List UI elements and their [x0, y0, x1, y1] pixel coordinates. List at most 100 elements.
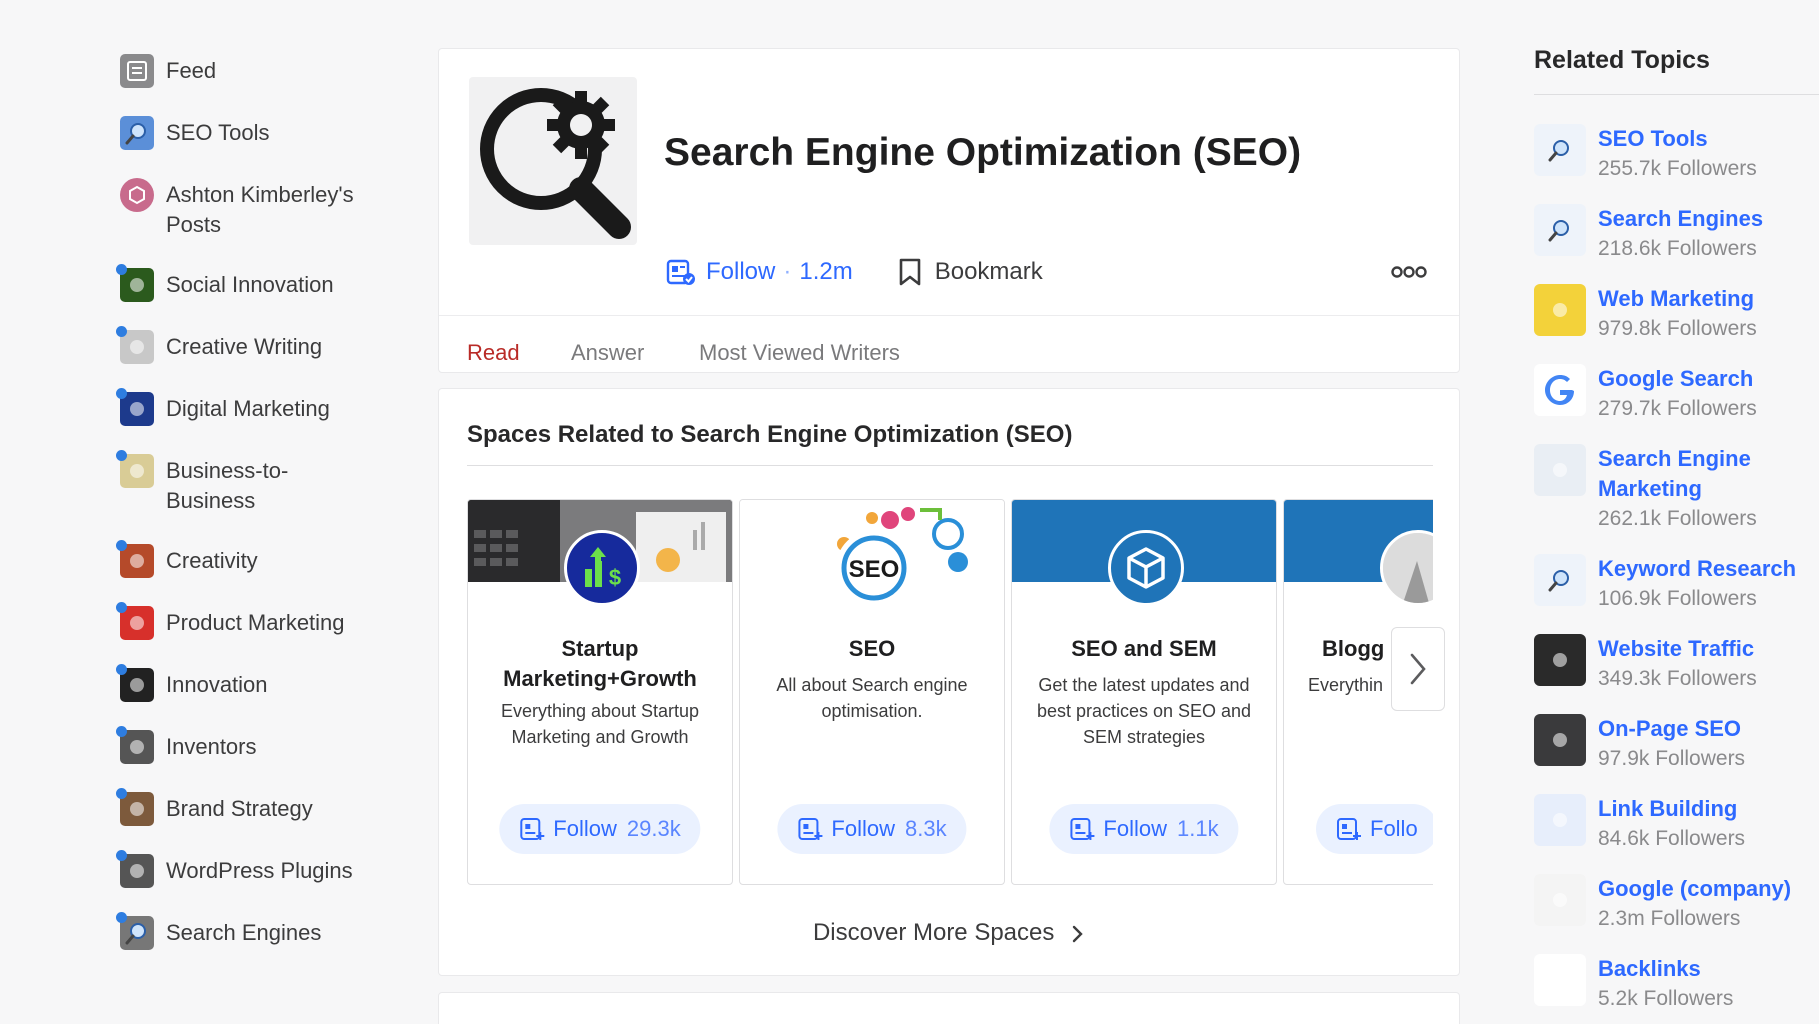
- sidebar-item[interactable]: Ashton Kimberley's Posts: [120, 170, 390, 248]
- related-topic-followers: 5.2k Followers: [1598, 987, 1734, 1010]
- sidebar-item[interactable]: Creativity: [116, 536, 390, 586]
- chevron-right-icon: [1072, 925, 1083, 942]
- space-name: Startup Marketing+Growth: [503, 636, 697, 691]
- space-name: SEO: [848, 636, 896, 661]
- space-follow-count: 29.3k: [626, 816, 681, 841]
- related-topic-followers: 97.9k Followers: [1598, 747, 1746, 770]
- sidebar-item[interactable]: Product Marketing: [116, 598, 390, 648]
- bookmark-button[interactable]: Bookmark: [897, 257, 1043, 287]
- related-topic-text: SEO Tools 255.7k Followers: [1598, 124, 1757, 184]
- space-card[interactable]: $ Startup Marketing+Growth Everything ab…: [467, 499, 733, 885]
- related-topic-item[interactable]: Search Engines 218.6k Followers: [1534, 204, 1763, 264]
- svg-text:$: $: [609, 565, 621, 590]
- space-description: Everything about Startup Marketing and G…: [500, 701, 700, 747]
- sidebar-item[interactable]: Social Innovation: [116, 260, 390, 310]
- divider: [1534, 94, 1819, 95]
- related-topic-text: Link Building 84.6k Followers: [1598, 794, 1745, 854]
- follow-icon: [1070, 818, 1095, 840]
- related-topic-item[interactable]: Keyword Research 106.9k Followers: [1534, 554, 1796, 614]
- unread-dot: [116, 264, 127, 275]
- related-topic-item[interactable]: SEO Tools 255.7k Followers: [1534, 124, 1757, 184]
- sidebar-item[interactable]: WordPress Plugins: [116, 846, 390, 896]
- related-topic-name[interactable]: Search Engines: [1598, 204, 1763, 234]
- cube-icon: [120, 178, 154, 212]
- magnifier-icon: [120, 116, 154, 150]
- related-topic-text: Web Marketing 979.8k Followers: [1598, 284, 1757, 344]
- follow-icon: [666, 259, 695, 285]
- space-follow-label: Follo: [1370, 816, 1418, 841]
- more-options-button[interactable]: [1391, 265, 1427, 284]
- space-card[interactable]: SEO SEO All about Search engine optimisa…: [739, 499, 1005, 885]
- related-topic-followers: 979.8k Followers: [1598, 317, 1757, 340]
- sidebar-item-label: Social Innovation: [166, 272, 334, 297]
- sidebar-item[interactable]: Innovation: [116, 660, 390, 710]
- sidebar-item[interactable]: Search Engines: [116, 908, 390, 958]
- sidebar-item[interactable]: SEO Tools: [120, 108, 390, 158]
- space-follow-button[interactable]: Follow 1.1k: [1049, 804, 1239, 854]
- discover-more-spaces-link[interactable]: Discover More Spaces: [439, 919, 1459, 947]
- sidebar-item[interactable]: Business-to-Business: [116, 446, 390, 524]
- related-topic-name[interactable]: Google (company): [1598, 874, 1791, 904]
- related-topic-item[interactable]: Google Search 279.7k Followers: [1534, 364, 1757, 424]
- page-title: Search Engine Optimization (SEO): [664, 131, 1302, 174]
- topic-actions: Follow · 1.2m Bookmark: [666, 257, 1043, 287]
- space-name: Blogg: [1322, 636, 1385, 661]
- related-spaces: Spaces Related to Search Engine Optimiza…: [438, 388, 1460, 976]
- sidebar-item[interactable]: Digital Marketing: [116, 384, 390, 434]
- sidebar-item-label: Innovation: [166, 672, 268, 697]
- related-topic-text: Keyword Research 106.9k Followers: [1598, 554, 1796, 614]
- space-follow-label: Follow: [831, 816, 895, 841]
- follow-icon: [798, 818, 823, 840]
- related-topic-item[interactable]: Link Building 84.6k Followers: [1534, 794, 1745, 854]
- cube-icon: [1127, 547, 1165, 589]
- related-topic-name[interactable]: Search Engine Marketing: [1598, 444, 1768, 504]
- related-topic-item[interactable]: Backlinks 5.2k Followers: [1534, 954, 1733, 1014]
- related-topic-followers: 106.9k Followers: [1598, 587, 1757, 610]
- seo-logo-icon: SEO: [841, 535, 907, 601]
- space-follow-count: 1.1k: [1176, 816, 1219, 841]
- space-card[interactable]: SEO and SEM Get the latest updates and b…: [1011, 499, 1277, 885]
- sidebar-item[interactable]: Brand Strategy: [116, 784, 390, 834]
- related-topic-name[interactable]: Web Marketing: [1598, 284, 1757, 314]
- unread-dot: [116, 450, 127, 461]
- sidebar-item[interactable]: Feed: [120, 46, 390, 96]
- magnifier-gear-icon: [480, 88, 631, 239]
- related-topic-name[interactable]: Keyword Research: [1598, 554, 1796, 584]
- related-topic-name[interactable]: Backlinks: [1598, 954, 1733, 984]
- carousel-next-button[interactable]: [1391, 627, 1445, 711]
- unread-dot: [116, 912, 127, 923]
- related-topic-name[interactable]: SEO Tools: [1598, 124, 1757, 154]
- tab-most-viewed-writers[interactable]: Most Viewed Writers: [699, 340, 900, 366]
- related-topic-text: Search Engine Marketing 262.1k Followers: [1598, 444, 1768, 534]
- spaces-heading: Spaces Related to Search Engine Optimiza…: [467, 421, 1073, 448]
- sidebar-item[interactable]: Creative Writing: [116, 322, 390, 372]
- follow-button[interactable]: Follow · 1.2m: [666, 257, 853, 287]
- chevron-right-icon: [1410, 653, 1426, 685]
- google-logo-icon: [1534, 874, 1586, 926]
- related-topic-item[interactable]: Website Traffic 349.3k Followers: [1534, 634, 1757, 694]
- tab-read[interactable]: Read: [467, 340, 520, 366]
- sidebar-item-label: Inventors: [166, 734, 257, 759]
- tab-answer[interactable]: Answer: [571, 340, 644, 366]
- related-topic-item[interactable]: On-Page SEO 97.9k Followers: [1534, 714, 1745, 774]
- sidebar-item[interactable]: Inventors: [116, 722, 390, 772]
- related-topic-name[interactable]: On-Page SEO: [1598, 714, 1745, 744]
- unread-dot: [116, 788, 127, 799]
- related-topic-followers: 279.7k Followers: [1598, 397, 1757, 420]
- magnifier-icon: [1534, 554, 1586, 606]
- related-topic-name[interactable]: Link Building: [1598, 794, 1745, 824]
- space-follow-button[interactable]: Follo: [1316, 804, 1433, 854]
- related-topic-text: On-Page SEO 97.9k Followers: [1598, 714, 1745, 774]
- space-follow-button[interactable]: Follow 8.3k: [777, 804, 967, 854]
- topic-tabs: Read Answer Most Viewed Writers: [439, 315, 1459, 394]
- related-topic-item[interactable]: Web Marketing 979.8k Followers: [1534, 284, 1757, 344]
- related-topics: Related Topics SEO Tools 255.7k Followers…: [1534, 46, 1819, 1010]
- unread-dot: [116, 540, 127, 551]
- space-follow-button[interactable]: Follow 29.3k: [499, 804, 701, 854]
- follow-separator: ·: [783, 258, 792, 285]
- related-topic-item[interactable]: Google (company) 2.3m Followers: [1534, 874, 1791, 934]
- related-topic-name[interactable]: Google Search: [1598, 364, 1757, 394]
- related-topic-name[interactable]: Website Traffic: [1598, 634, 1757, 664]
- sidebar-item-label: Business-to-Business: [166, 458, 289, 513]
- related-topic-item[interactable]: Search Engine Marketing 262.1k Followers: [1534, 444, 1768, 534]
